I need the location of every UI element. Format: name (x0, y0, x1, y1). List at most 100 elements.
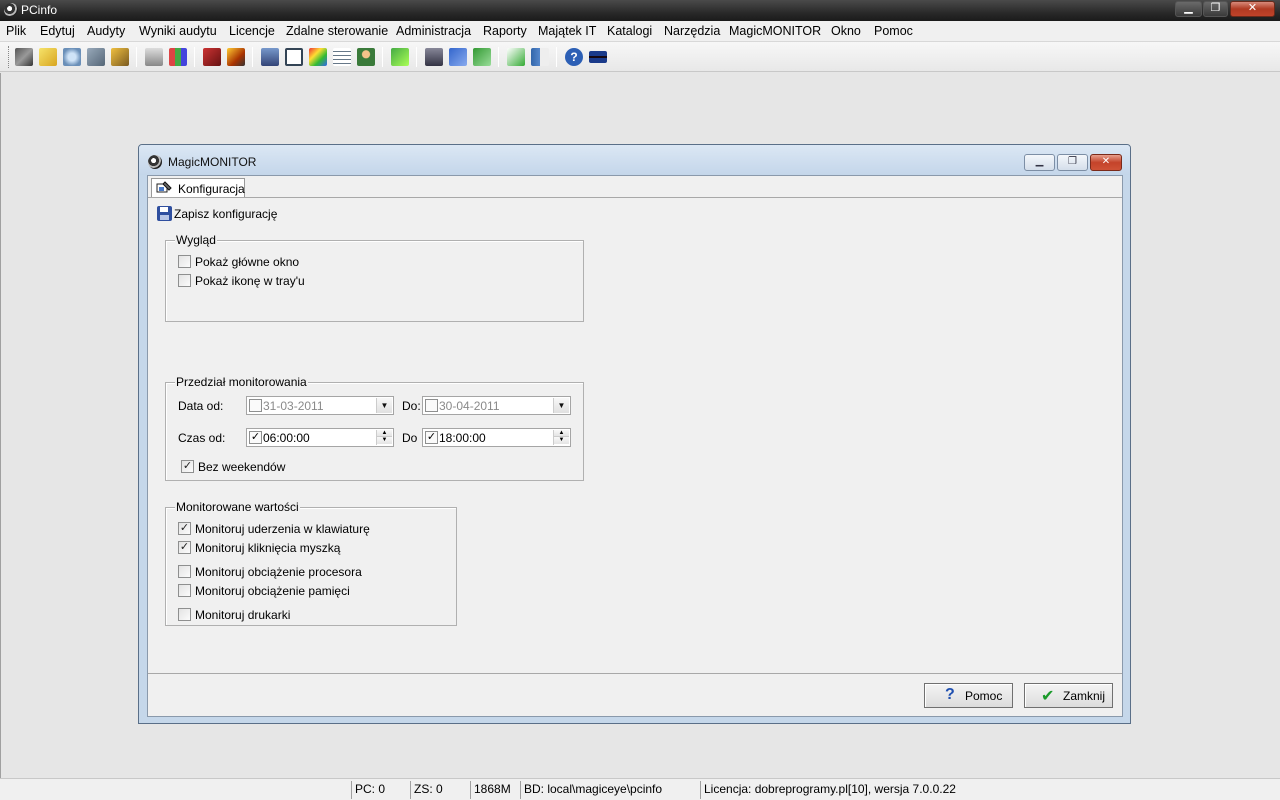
monitor-green-icon[interactable] (473, 48, 491, 66)
chevron-down-icon[interactable]: ▼ (553, 398, 569, 413)
date-to-label: Do: (402, 399, 421, 413)
network-icon[interactable] (63, 48, 81, 66)
chevron-down-icon[interactable]: ▼ (376, 398, 392, 413)
question-mark-icon: ? (945, 686, 955, 703)
checkbox-box[interactable] (178, 255, 191, 268)
menu-edytuj[interactable]: Edytuj (40, 24, 75, 38)
checkbox-label: Pokaż główne okno (195, 255, 300, 269)
computer-network-icon[interactable] (425, 48, 443, 66)
book-icon[interactable] (203, 48, 221, 66)
checkbox-box[interactable]: ✓ (178, 541, 191, 554)
checkbox-box[interactable] (178, 584, 191, 597)
menu-magicmonitor[interactable]: MagicMONITOR (729, 24, 821, 38)
close-button-label: Zamknij (1063, 689, 1106, 703)
checkbox-box[interactable] (178, 565, 191, 578)
status-database: BD: local\magiceye\pcinfo (520, 781, 700, 799)
child-close-button[interactable]: ✕ (1090, 154, 1122, 171)
menu-bar: Plik Edytuj Audyty Wyniki audytu Licencj… (0, 21, 1280, 42)
magicmonitor-window: MagicMONITOR ▁ ❐ ✕ Konfiguracja Zapisz k… (138, 144, 1131, 724)
status-memory: 1868M (470, 781, 520, 799)
menu-plik[interactable]: Plik (6, 24, 26, 38)
dialog-button-bar: ? Pomoc ✔ Zamknij (148, 673, 1122, 716)
chart-icon[interactable] (169, 48, 187, 66)
library-icon[interactable] (531, 48, 549, 66)
restore-button[interactable]: ❐ (1203, 1, 1228, 17)
window-icon[interactable] (285, 48, 303, 66)
group-wartosci-legend: Monitorowane wartości (175, 500, 300, 514)
date-from-label: Data od: (178, 399, 224, 413)
menu-audyty[interactable]: Audyty (87, 24, 125, 38)
time-from-value: 06:00:00 (263, 431, 310, 445)
menu-licencje[interactable]: Licencje (229, 24, 275, 38)
checkbox-box[interactable] (178, 608, 191, 621)
checkbox-label: Monitoruj drukarki (195, 608, 291, 622)
menu-majatek-it[interactable]: Majątek IT (538, 24, 596, 38)
checklist-icon[interactable] (507, 48, 525, 66)
up-folder-icon[interactable] (39, 48, 57, 66)
time-to-enable-checkbox[interactable]: ✓ (425, 431, 438, 444)
toolbar-separator (194, 47, 195, 67)
money-icon[interactable] (391, 48, 409, 66)
floppy-disk-icon (157, 206, 172, 221)
menu-zdalne-sterowanie[interactable]: Zdalne sterowanie (286, 24, 388, 38)
checkbox-box[interactable]: ✓ (181, 460, 194, 473)
time-from-spinner[interactable]: ▲ ▼ (376, 430, 392, 445)
tab-panel-konfiguracja: Zapisz konfigurację Wygląd Pokaż główne … (148, 197, 1122, 673)
close-button[interactable]: ✕ (1230, 1, 1275, 17)
close-dialog-button[interactable]: ✔ Zamknij (1024, 683, 1113, 708)
menu-katalogi[interactable]: Katalogi (607, 24, 652, 38)
status-pc: PC: 0 (351, 781, 409, 799)
main-title-bar: PCinfo ▁ ❐ ✕ (0, 0, 1280, 21)
minimize-button[interactable]: ▁ (1175, 1, 1202, 17)
tab-label: Konfiguracja (178, 182, 245, 196)
wizard-icon[interactable] (15, 48, 33, 66)
date-from-picker[interactable]: 31-03-2011 ▼ (246, 396, 394, 415)
toolbar-separator (556, 47, 557, 67)
toolbar-grip[interactable] (8, 46, 11, 68)
child-window-body: Konfiguracja Zapisz konfigurację Wygląd … (147, 175, 1123, 717)
menu-okno[interactable]: Okno (831, 24, 861, 38)
toolbar-separator (498, 47, 499, 67)
printer-icon[interactable] (145, 48, 163, 66)
menu-raporty[interactable]: Raporty (483, 24, 527, 38)
checkbox-label: Monitoruj obciążenie pamięci (195, 584, 350, 598)
package-icon[interactable] (227, 48, 245, 66)
checkmark-icon: ✔ (1041, 688, 1055, 705)
group-wyglad-legend: Wygląd (175, 233, 217, 247)
user-icon[interactable] (357, 48, 375, 66)
checkbox-label: Monitoruj obciążenie procesora (195, 565, 362, 579)
date-from-enable-checkbox[interactable] (249, 399, 262, 412)
checkbox-label: Monitoruj uderzenia w klawiaturę (195, 522, 370, 536)
date-to-picker[interactable]: 30-04-2011 ▼ (422, 396, 571, 415)
date-to-enable-checkbox[interactable] (425, 399, 438, 412)
time-from-picker[interactable]: ✓ 06:00:00 ▲ ▼ (246, 428, 394, 447)
checkbox-box[interactable] (178, 274, 191, 287)
color-palette-icon[interactable] (309, 48, 327, 66)
time-to-value: 18:00:00 (439, 431, 486, 445)
monitors-icon[interactable] (449, 48, 467, 66)
child-minimize-button[interactable]: ▁ (1024, 154, 1055, 171)
group-wyglad: Wygląd Pokaż główne okno Pokaż ikonę w t… (165, 233, 584, 322)
menu-administracja[interactable]: Administracja (396, 24, 471, 38)
child-maximize-button[interactable]: ❐ (1057, 154, 1088, 171)
building-icon[interactable] (261, 48, 279, 66)
menu-wyniki-audytu[interactable]: Wyniki audytu (139, 24, 217, 38)
tab-konfiguracja[interactable]: Konfiguracja (151, 178, 245, 198)
help-button[interactable]: ? Pomoc (924, 683, 1013, 708)
time-to-picker[interactable]: ✓ 18:00:00 ▲ ▼ (422, 428, 571, 447)
time-to-label: Do (402, 431, 418, 445)
menu-pomoc[interactable]: Pomoc (874, 24, 913, 38)
toolbar-separator (252, 47, 253, 67)
help-icon[interactable]: ? (565, 48, 583, 66)
group-przedzial-legend: Przedział monitorowania (175, 375, 308, 389)
checkbox-box[interactable]: ✓ (178, 522, 191, 535)
document-list-icon[interactable] (333, 48, 351, 66)
child-window-title: MagicMONITOR (168, 155, 257, 169)
tools-icon[interactable] (87, 48, 105, 66)
toolbar-separator (136, 47, 137, 67)
uk-flag-icon[interactable] (589, 51, 607, 63)
time-to-spinner[interactable]: ▲ ▼ (553, 430, 569, 445)
menu-narzedzia[interactable]: Narzędzia (664, 24, 720, 38)
time-from-enable-checkbox[interactable]: ✓ (249, 431, 262, 444)
key-icon[interactable] (111, 48, 129, 66)
